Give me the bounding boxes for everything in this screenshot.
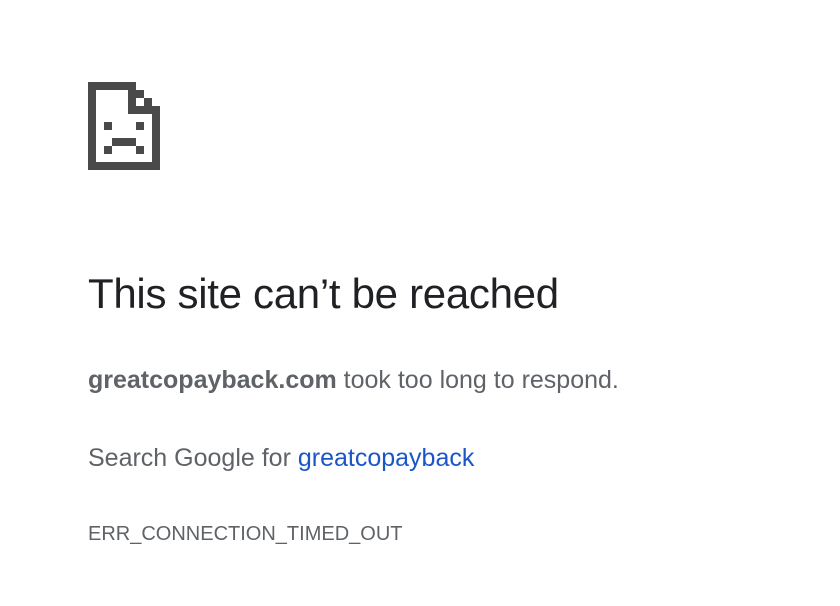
sad-page-icon: [88, 82, 160, 170]
search-suggestion: Search Google for greatcopayback: [88, 442, 474, 474]
page-title: This site can’t be reached: [88, 270, 559, 317]
search-suggestion-prefix: Search Google for: [88, 444, 298, 472]
search-google-link[interactable]: greatcopayback: [298, 444, 475, 472]
error-message-text: took too long to respond.: [336, 366, 619, 394]
error-host: greatcopayback.com: [88, 366, 337, 394]
error-code: ERR_CONNECTION_TIMED_OUT: [88, 523, 403, 545]
error-message: greatcopayback.com took too long to resp…: [88, 364, 619, 396]
